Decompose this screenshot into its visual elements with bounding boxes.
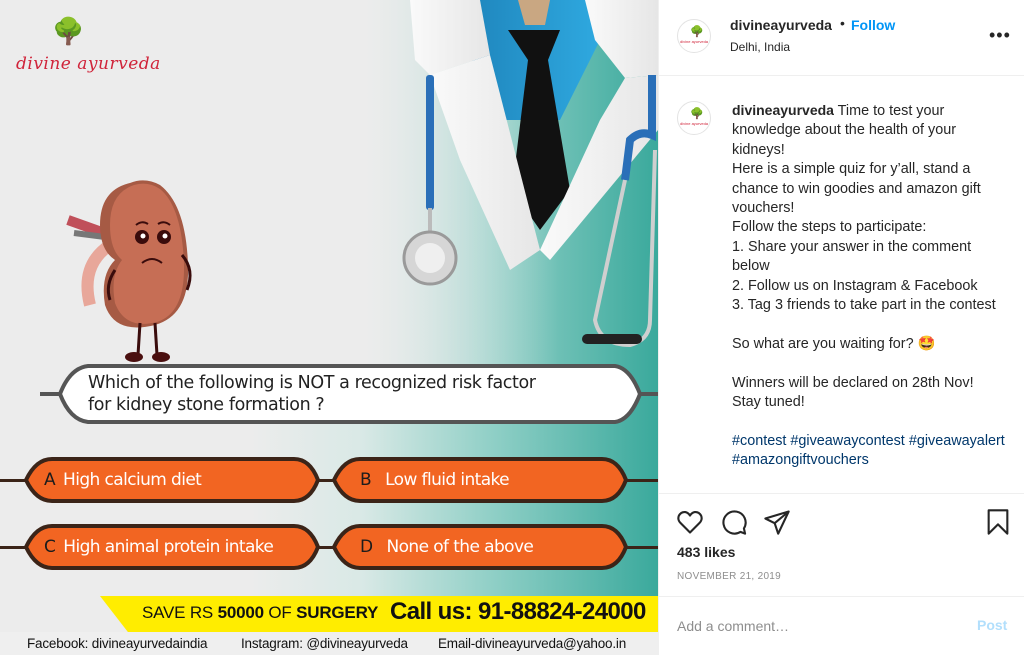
more-options-icon[interactable]: ••• [989,26,1011,44]
call-number: Call us: 91-88824-24000 [390,598,646,625]
share-send-icon[interactable] [763,508,791,536]
username-link[interactable]: divineayurveda [730,17,832,33]
action-bar: 483 likes NOVEMBER 21, 2019 [659,493,1024,596]
location-link[interactable]: Delhi, India [730,40,790,54]
tree-yoga-icon: 🌳 [690,108,704,120]
caption-avatar[interactable]: 🌳 divine ayurveda [677,101,711,135]
hashtags: #contest #giveawaycontest #giveawayalert… [732,432,1012,471]
comment-form: Post [659,596,1024,655]
question-text: Which of the following is NOT a recogniz… [88,373,536,415]
option-c: C High animal protein intake [22,522,322,572]
avatar[interactable]: 🌳 divine ayurveda [677,19,711,53]
option-a: A High calcium diet [22,455,322,505]
kidney-mascot-illustration [66,180,192,362]
option-b: B Low fluid intake [330,455,630,505]
tree-yoga-icon: 🌳 [690,26,704,38]
post-details-panel: 🌳 divine ayurveda divineayurveda • Follo… [658,0,1024,655]
follow-button[interactable]: Follow [851,17,895,33]
separator-dot: • [840,15,845,31]
option-d: D None of the above [330,522,630,572]
instagram-post-view: 🌳 divine ayurveda Which of the following… [0,0,1024,655]
likes-count[interactable]: 483 likes [677,544,735,560]
contact-instagram: Instagram: @divineayurveda [241,636,408,651]
hashtag-link[interactable]: #giveawayalert [909,433,1005,449]
doctor-coat-illustration [402,0,658,348]
hashtag-link[interactable]: #contest [732,433,786,449]
post-comment-button[interactable]: Post [977,617,1007,633]
contact-facebook: Facebook: divineayurvedaindia [27,636,208,651]
hashtag-link[interactable]: #giveawaycontest [790,433,904,449]
post-image: 🌳 divine ayurveda Which of the following… [0,0,658,655]
caption-text: divineayurveda Time to test your knowled… [732,101,1012,471]
caption-username[interactable]: divineayurveda [732,102,834,118]
post-date[interactable]: NOVEMBER 21, 2019 [677,571,781,582]
save-text: SAVE RS 50000 OF SURGERY [142,603,379,622]
hashtag-link[interactable]: #amazongiftvouchers [732,452,869,468]
contact-email: Email-divineayurveda@yahoo.in [438,636,627,651]
comment-input[interactable] [677,615,957,637]
tree-yoga-icon: 🌳 [52,16,85,46]
like-heart-icon[interactable] [676,508,704,536]
post-header: 🌳 divine ayurveda divineayurveda • Follo… [659,0,1024,76]
brand-name: divine ayurveda [16,54,161,74]
caption-area: 🌳 divine ayurveda divineayurveda Time to… [659,77,1024,493]
comment-bubble-icon[interactable] [720,508,748,536]
bookmark-save-icon[interactable] [984,508,1012,536]
brand-logo: 🌳 divine ayurveda [12,14,160,76]
